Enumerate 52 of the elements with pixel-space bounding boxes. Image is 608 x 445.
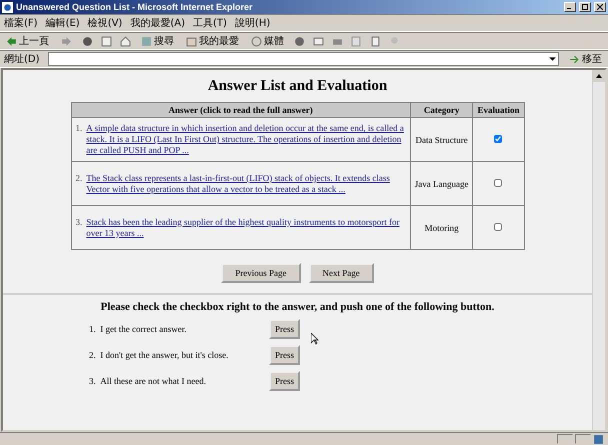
row-number: 1. xyxy=(76,123,82,136)
browser-icon xyxy=(2,2,13,12)
column-header: Evaluation xyxy=(472,102,524,118)
menu-item[interactable]: 檢視(V) xyxy=(88,16,122,30)
favorites-button[interactable]: 我的最愛 xyxy=(184,34,241,48)
minimize-button[interactable] xyxy=(564,2,576,12)
row-number: 2. xyxy=(76,172,82,185)
home-icon[interactable] xyxy=(120,36,131,46)
close-icon xyxy=(597,4,603,10)
evaluation-checkbox[interactable] xyxy=(494,134,502,142)
table-cell: Motoring xyxy=(410,206,473,250)
menu-item[interactable]: 編輯(E) xyxy=(46,16,80,30)
press-button[interactable]: Press xyxy=(269,345,300,365)
page-button[interactable]: Next Page xyxy=(308,263,374,283)
back-button[interactable]: 上一頁 xyxy=(4,34,51,48)
menu-item[interactable]: 我的最愛(A) xyxy=(130,16,185,30)
table-cell: Data Structure xyxy=(410,118,473,162)
page-button[interactable]: Previous Page xyxy=(221,263,300,283)
forward-arrow-icon xyxy=(61,36,72,46)
option-text: 2. I don't get the answer, but it's close. xyxy=(89,350,230,360)
instruction-text: Please check the checkbox right to the answer, and push one of the following button. xyxy=(100,301,494,313)
column-header: Category xyxy=(410,102,473,118)
menu-item[interactable]: 說明(H) xyxy=(234,16,270,30)
search-button[interactable]: 搜尋 xyxy=(139,34,176,48)
page-heading: Answer List and Evaluation xyxy=(208,78,388,95)
maximize-icon xyxy=(582,4,588,10)
menu-item[interactable]: 檔案(F) xyxy=(4,16,38,30)
option-text: 3. All these are not what I need. xyxy=(89,376,207,386)
mouse-cursor-icon xyxy=(311,333,319,345)
answer-link[interactable]: A simple data structure in which insertion and deletion occur at the same end, is called a stack. It is a LIFO (Last In First Out) structure. The operations of insertion and deletion are called PUSH and POP ... xyxy=(86,123,406,156)
row-number: 3. xyxy=(76,216,82,229)
answer-link[interactable]: Stack has been the leading supplier of the highest quality instruments to motorsport for over 13 years ... xyxy=(86,216,406,238)
evaluation-checkbox[interactable] xyxy=(494,178,502,186)
go-arrow-icon xyxy=(569,54,580,64)
address-field[interactable] xyxy=(48,52,559,66)
media-button[interactable]: 媒體 xyxy=(249,34,286,48)
press-button[interactable]: Press xyxy=(269,371,300,391)
table-cell: Java Language xyxy=(410,162,473,206)
answer-link[interactable]: The Stack class represents a last-in-first-out (LIFO) stack of objects. It extends class Vector with five operations that allow a vector to be treated as a stack ... xyxy=(86,172,406,194)
address-label: 網址(D) xyxy=(4,52,40,66)
menu-item[interactable]: 工具(T) xyxy=(193,16,227,30)
maximize-button[interactable] xyxy=(579,2,591,12)
option-text: 1. I get the correct answer. xyxy=(89,324,188,334)
window-title: Unanswered Question List - Microsoft Internet Explorer xyxy=(16,2,254,12)
press-button[interactable]: Press xyxy=(269,319,300,339)
evaluation-checkbox[interactable] xyxy=(494,222,502,230)
back-arrow-icon xyxy=(6,36,17,46)
scroll-up-icon[interactable] xyxy=(593,70,605,82)
close-button[interactable] xyxy=(594,2,606,12)
go-button[interactable]: 移至 xyxy=(567,52,604,66)
zone-icon xyxy=(593,434,604,444)
column-header: Answer (click to read the full answer) xyxy=(71,102,410,118)
